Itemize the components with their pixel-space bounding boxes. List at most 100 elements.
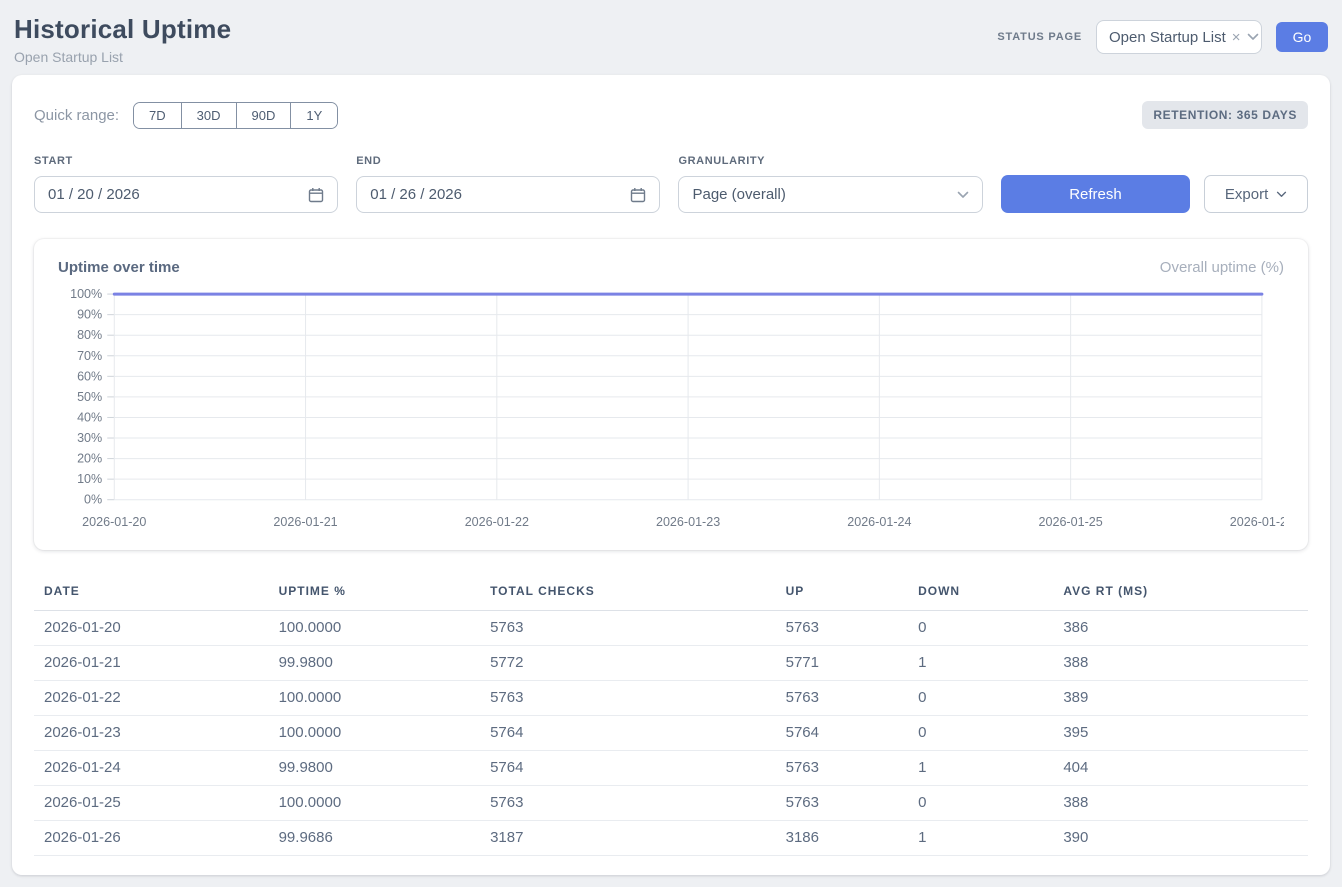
uptime-line-chart: 0%10%20%30%40%50%60%70%80%90%100%2026-01… xyxy=(58,284,1284,536)
calendar-icon[interactable] xyxy=(630,187,646,203)
svg-text:2026-01-22: 2026-01-22 xyxy=(465,515,529,529)
svg-text:10%: 10% xyxy=(77,472,102,486)
svg-text:2026-01-26: 2026-01-26 xyxy=(1230,515,1284,529)
svg-text:70%: 70% xyxy=(77,349,102,363)
table-cell: 5771 xyxy=(786,646,918,681)
table-cell: 5764 xyxy=(490,716,786,751)
status-page-select[interactable]: Open Startup List × xyxy=(1096,20,1262,54)
table-row: 2026-01-23100.0000576457640395 xyxy=(34,716,1308,751)
table-cell: 0 xyxy=(918,681,1063,716)
table-row: 2026-01-22100.0000576357630389 xyxy=(34,681,1308,716)
table-cell: 2026-01-25 xyxy=(34,786,279,821)
granularity-select[interactable]: Page (overall) xyxy=(678,176,982,213)
title-block: Historical Uptime Open Startup List xyxy=(14,14,231,65)
table-cell: 395 xyxy=(1063,716,1308,751)
quick-range-90d-button[interactable]: 90D xyxy=(237,103,292,128)
start-date-value: 01 / 20 / 2026 xyxy=(48,186,140,203)
uptime-table: DATEUPTIME %TOTAL CHECKSUPDOWNAVG RT (MS… xyxy=(34,576,1308,856)
table-cell: 99.9686 xyxy=(279,821,490,856)
table-cell: 5763 xyxy=(490,611,786,646)
table-cell: 5763 xyxy=(490,786,786,821)
table-cell: 2026-01-26 xyxy=(34,821,279,856)
table-cell: 100.0000 xyxy=(279,786,490,821)
main-card: Quick range: 7D 30D 90D 1Y RETENTION: 36… xyxy=(12,75,1330,875)
table-cell: 2026-01-21 xyxy=(34,646,279,681)
table-cell: 386 xyxy=(1063,611,1308,646)
table-cell: 2026-01-24 xyxy=(34,751,279,786)
clear-selection-icon[interactable]: × xyxy=(1232,30,1241,45)
refresh-button[interactable]: Refresh xyxy=(1001,175,1191,213)
table-cell: 0 xyxy=(918,611,1063,646)
table-cell: 5764 xyxy=(490,751,786,786)
end-date-field: END 01 / 26 / 2026 xyxy=(356,155,660,213)
status-page-label: STATUS PAGE xyxy=(997,31,1082,43)
svg-text:80%: 80% xyxy=(77,328,102,342)
page-subtitle: Open Startup List xyxy=(14,49,231,65)
table-cell: 100.0000 xyxy=(279,681,490,716)
top-bar: Historical Uptime Open Startup List STAT… xyxy=(12,12,1330,75)
svg-text:50%: 50% xyxy=(77,390,102,404)
table-cell: 1 xyxy=(918,751,1063,786)
uptime-chart-card: Uptime over time Overall uptime (%) 0% 10… xyxy=(34,239,1308,550)
quick-range-7d-button[interactable]: 7D xyxy=(134,103,182,128)
table-cell: 0 xyxy=(918,716,1063,751)
filter-row: START 01 / 20 / 2026 END xyxy=(34,155,1308,213)
table-cell: 5763 xyxy=(786,611,918,646)
svg-text:2026-01-20: 2026-01-20 xyxy=(82,515,146,529)
quick-range-30d-button[interactable]: 30D xyxy=(182,103,237,128)
svg-text:40%: 40% xyxy=(77,410,102,424)
svg-text:2026-01-23: 2026-01-23 xyxy=(656,515,720,529)
quick-range-label: Quick range: xyxy=(34,107,119,124)
table-cell: 1 xyxy=(918,821,1063,856)
export-button-label: Export xyxy=(1225,186,1268,203)
chevron-down-icon xyxy=(1247,33,1259,41)
table-cell: 3186 xyxy=(786,821,918,856)
svg-text:90%: 90% xyxy=(77,308,102,322)
table-cell: 5763 xyxy=(786,681,918,716)
svg-text:20%: 20% xyxy=(77,452,102,466)
table-cell: 100.0000 xyxy=(279,716,490,751)
quick-range-group: 7D 30D 90D 1Y xyxy=(133,102,338,129)
table-cell: 390 xyxy=(1063,821,1308,856)
table-cell: 100.0000 xyxy=(279,611,490,646)
chart-title: Uptime over time xyxy=(58,259,180,276)
calendar-icon[interactable] xyxy=(308,187,324,203)
granularity-label: GRANULARITY xyxy=(678,155,982,167)
start-date-input[interactable]: 01 / 20 / 2026 xyxy=(34,176,338,213)
quick-range-1y-button[interactable]: 1Y xyxy=(291,103,337,128)
quick-range-row: Quick range: 7D 30D 90D 1Y RETENTION: 36… xyxy=(34,101,1308,129)
svg-text:2026-01-24: 2026-01-24 xyxy=(847,515,911,529)
end-date-label: END xyxy=(356,155,660,167)
granularity-field: GRANULARITY Page (overall) xyxy=(678,155,982,213)
table-column-header: TOTAL CHECKS xyxy=(490,576,786,611)
topbar-controls: STATUS PAGE Open Startup List × Go xyxy=(997,20,1328,54)
svg-text:60%: 60% xyxy=(77,369,102,383)
table-cell: 0 xyxy=(918,786,1063,821)
svg-text:30%: 30% xyxy=(77,431,102,445)
table-cell: 99.9800 xyxy=(279,751,490,786)
table-cell: 2026-01-20 xyxy=(34,611,279,646)
table-column-header: AVG RT (MS) xyxy=(1063,576,1308,611)
table-cell: 2026-01-23 xyxy=(34,716,279,751)
export-button[interactable]: Export xyxy=(1204,175,1308,213)
granularity-selected-value: Page (overall) xyxy=(692,186,785,203)
table-cell: 3187 xyxy=(490,821,786,856)
table-cell: 99.9800 xyxy=(279,646,490,681)
table-row: 2026-01-2499.9800576457631404 xyxy=(34,751,1308,786)
table-row: 2026-01-25100.0000576357630388 xyxy=(34,786,1308,821)
historical-uptime-page: Historical Uptime Open Startup List STAT… xyxy=(0,0,1342,887)
chart-header: Uptime over time Overall uptime (%) xyxy=(58,259,1284,276)
table-cell: 389 xyxy=(1063,681,1308,716)
go-button[interactable]: Go xyxy=(1276,22,1328,52)
svg-text:0%: 0% xyxy=(84,493,102,507)
table-cell: 1 xyxy=(918,646,1063,681)
table-row: 2026-01-2699.9686318731861390 xyxy=(34,821,1308,856)
table-column-header: DOWN xyxy=(918,576,1063,611)
chevron-down-icon xyxy=(1276,191,1287,198)
page-title: Historical Uptime xyxy=(14,14,231,45)
table-cell: 5764 xyxy=(786,716,918,751)
status-page-selected-value: Open Startup List xyxy=(1109,29,1226,46)
table-column-header: DATE xyxy=(34,576,279,611)
end-date-input[interactable]: 01 / 26 / 2026 xyxy=(356,176,660,213)
chevron-down-icon xyxy=(957,191,969,199)
